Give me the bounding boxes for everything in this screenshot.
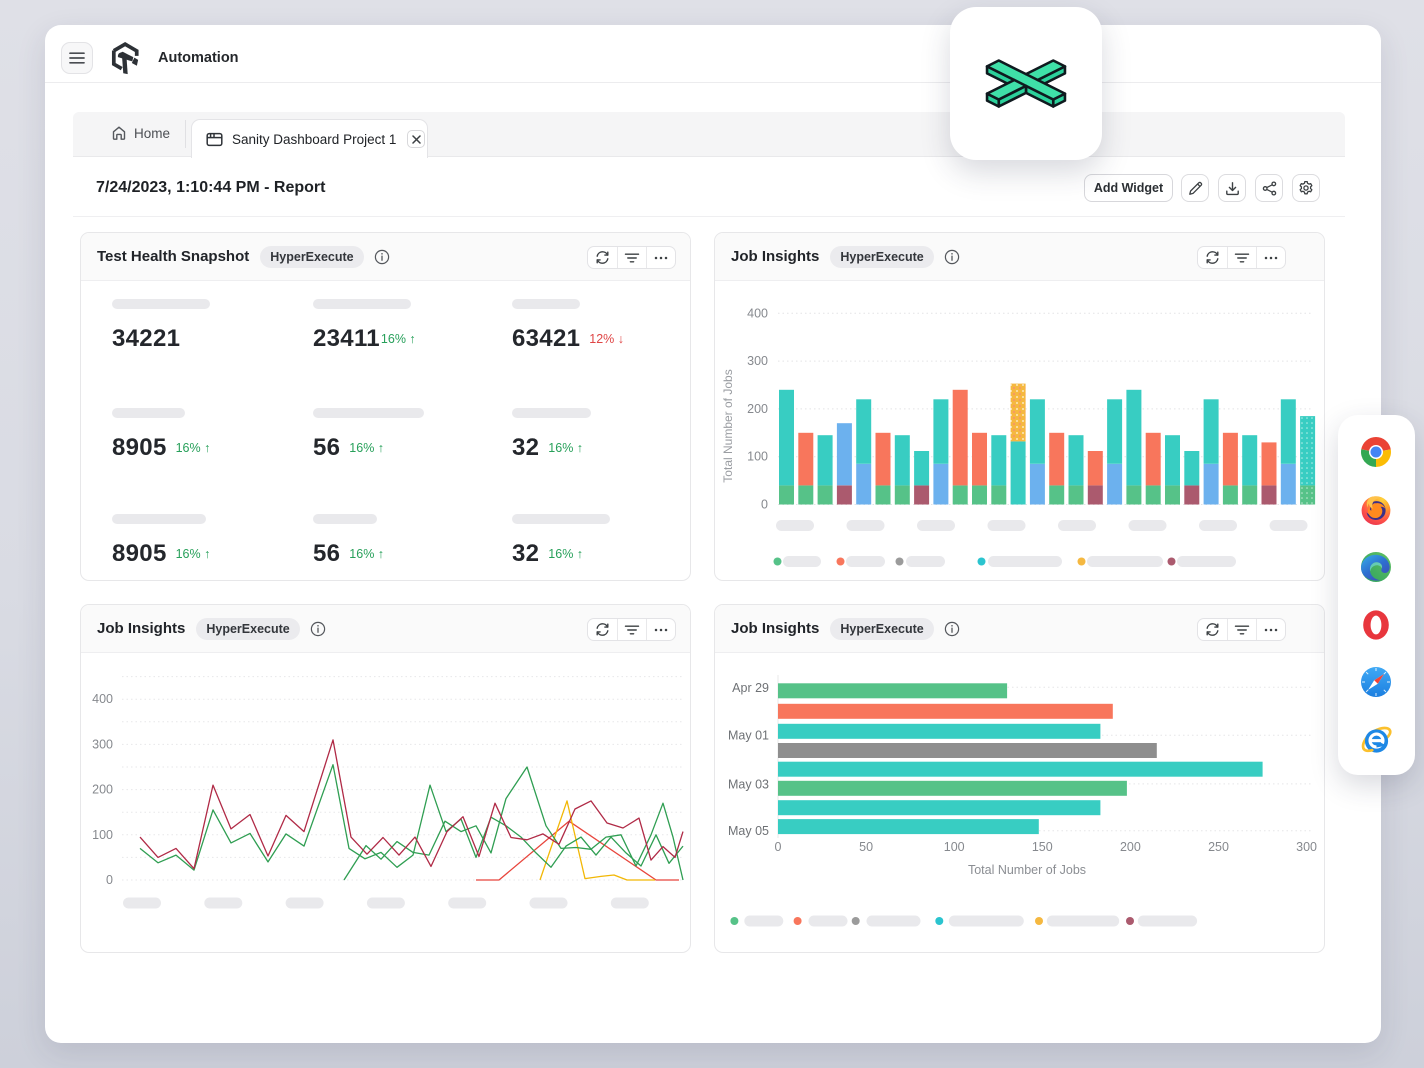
svg-text:Total Number of Jobs: Total Number of Jobs [968, 863, 1086, 877]
svg-text:150: 150 [1032, 840, 1053, 854]
svg-text:200: 200 [747, 402, 768, 416]
svg-text:100: 100 [747, 450, 768, 464]
svg-text:0: 0 [106, 873, 113, 887]
svg-text:400: 400 [747, 306, 768, 320]
svg-text:Apr 29: Apr 29 [732, 681, 769, 695]
svg-text:0: 0 [761, 498, 768, 512]
svg-text:200: 200 [92, 783, 113, 797]
svg-text:May 01: May 01 [728, 729, 769, 743]
svg-text:300: 300 [1296, 840, 1317, 854]
svg-text:300: 300 [92, 737, 113, 751]
svg-text:100: 100 [944, 840, 965, 854]
svg-text:400: 400 [92, 692, 113, 706]
svg-text:0: 0 [775, 840, 782, 854]
svg-text:200: 200 [1120, 840, 1141, 854]
svg-text:May 03: May 03 [728, 777, 769, 791]
svg-text:250: 250 [1208, 840, 1229, 854]
svg-text:300: 300 [747, 354, 768, 368]
svg-text:Total Number of Jobs: Total Number of Jobs [721, 369, 735, 482]
svg-text:May 05: May 05 [728, 824, 769, 838]
svg-text:100: 100 [92, 828, 113, 842]
svg-text:50: 50 [859, 840, 873, 854]
